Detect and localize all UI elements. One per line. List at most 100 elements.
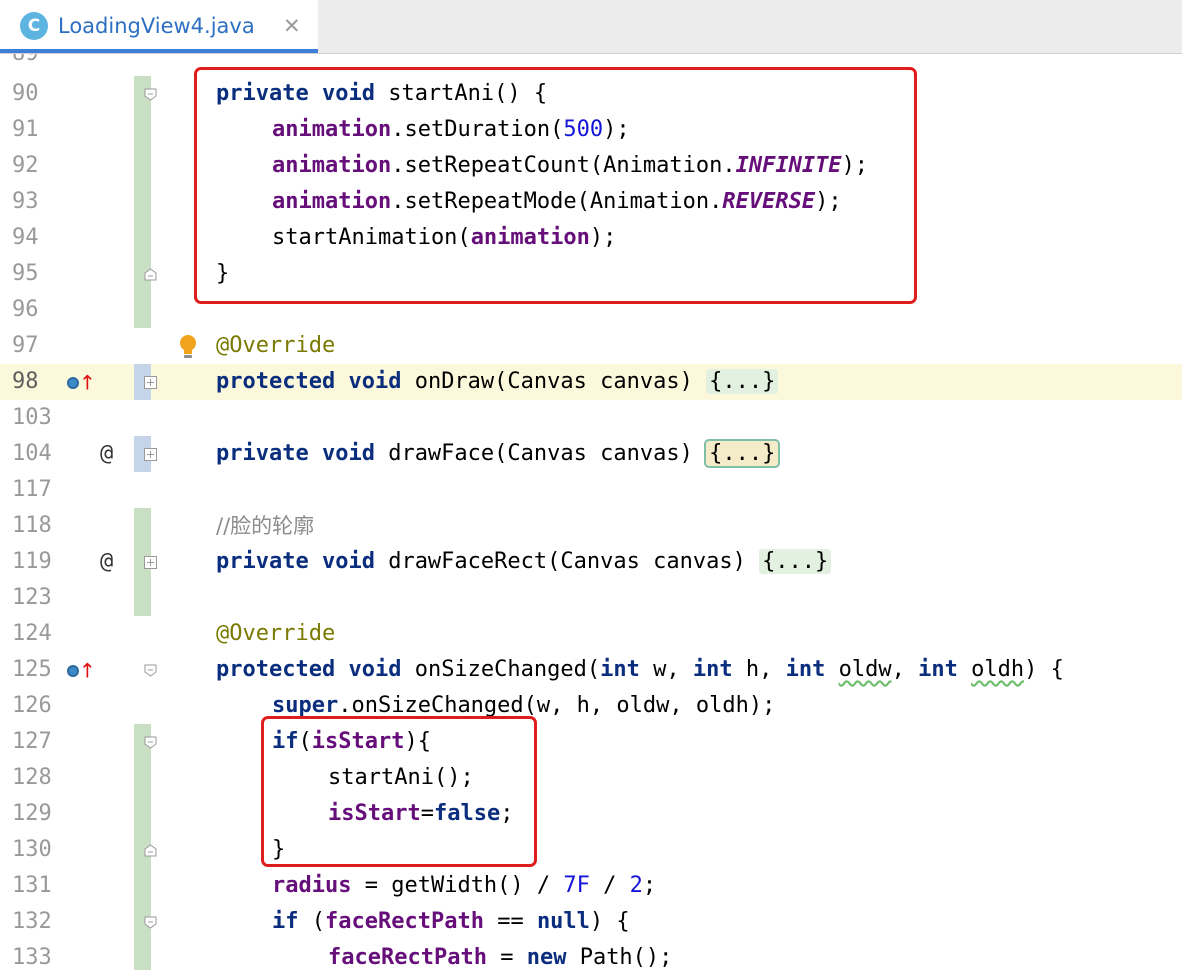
line-number: 95 bbox=[12, 261, 39, 286]
vcs-change-bar[interactable] bbox=[134, 868, 151, 904]
code-token: / bbox=[589, 873, 630, 898]
vcs-change-bar[interactable] bbox=[134, 760, 151, 796]
gutter-spacer bbox=[134, 54, 151, 72]
line-number: 132 bbox=[12, 909, 52, 934]
code-token: drawFace(Canvas canvas) bbox=[374, 441, 707, 466]
annotation[interactable]: @Override bbox=[216, 328, 335, 364]
number-literal: 7F bbox=[563, 873, 590, 898]
keyword: void bbox=[321, 549, 375, 574]
typo-warning[interactable]: oldh bbox=[971, 657, 1024, 682]
line-number: 129 bbox=[12, 801, 52, 826]
code-text[interactable]: if (faceRectPath == null) { bbox=[272, 904, 630, 940]
keyword: super bbox=[272, 693, 339, 718]
code-text[interactable]: private void drawFaceRect(Canvas canvas)… bbox=[216, 544, 832, 580]
code-token: ) { bbox=[589, 909, 630, 934]
vcs-change-bar[interactable] bbox=[134, 220, 151, 256]
fold-collapse-icon[interactable] bbox=[144, 664, 157, 677]
implementing-method-icon[interactable]: @ bbox=[100, 544, 113, 580]
active-tab-indicator bbox=[0, 49, 318, 53]
code-editor[interactable]: 89 90 private void startAni() { 91 anima… bbox=[0, 54, 1182, 970]
code-token: ; bbox=[642, 873, 657, 898]
code-text[interactable]: protected void onSizeChanged(int w, int … bbox=[216, 652, 1064, 688]
code-token: == bbox=[483, 909, 537, 934]
keyword: protected bbox=[216, 369, 336, 394]
keyword: private bbox=[216, 441, 309, 466]
code-text[interactable]: protected void onDraw(Canvas canvas) {..… bbox=[216, 364, 779, 400]
keyword: protected bbox=[216, 657, 336, 682]
line-number: 92 bbox=[12, 153, 39, 178]
code-text[interactable]: private void drawFace(Canvas canvas) {..… bbox=[216, 436, 781, 472]
code-line: 129 isStart=false; bbox=[0, 796, 1182, 832]
keyword: int bbox=[918, 657, 958, 682]
vcs-change-bar[interactable] bbox=[134, 112, 151, 148]
code-line: 125 ↑ protected void onSizeChanged(int w… bbox=[0, 652, 1182, 688]
fold-collapse-icon[interactable] bbox=[144, 916, 157, 929]
line-number: 133 bbox=[12, 945, 52, 970]
vcs-change-bar[interactable] bbox=[134, 292, 151, 328]
code-token: onDraw(Canvas canvas) bbox=[401, 369, 707, 394]
fold-collapse-icon[interactable] bbox=[144, 844, 157, 857]
line-number: 90 bbox=[12, 81, 39, 106]
tab-title[interactable]: LoadingView4.java bbox=[58, 12, 255, 40]
code-token: h, bbox=[732, 657, 786, 682]
fold-expand-icon[interactable] bbox=[144, 376, 157, 389]
line-number: 126 bbox=[12, 693, 52, 718]
vcs-change-bar[interactable] bbox=[134, 508, 151, 544]
override-method-icon[interactable]: ↑ bbox=[67, 364, 96, 400]
code-line: 104 @ private void drawFace(Canvas canva… bbox=[0, 436, 1182, 472]
line-number: 96 bbox=[12, 297, 39, 322]
field-token: radius bbox=[272, 873, 352, 898]
code-line: 103 bbox=[0, 400, 1182, 436]
vcs-change-bar[interactable] bbox=[134, 580, 151, 616]
code-line: 124 @Override bbox=[0, 616, 1182, 652]
line-number: 89 bbox=[12, 54, 62, 72]
line-number: 98 bbox=[12, 369, 39, 394]
line-number: 123 bbox=[12, 585, 52, 610]
code-token: Path(); bbox=[566, 945, 673, 970]
close-icon[interactable]: ✕ bbox=[283, 12, 301, 40]
vcs-change-bar[interactable] bbox=[134, 796, 151, 832]
code-line: 119 @ private void drawFaceRect(Canvas c… bbox=[0, 544, 1182, 580]
code-line: 117 bbox=[0, 472, 1182, 508]
implementing-method-icon[interactable]: @ bbox=[100, 436, 113, 472]
code-line: 126 super.onSizeChanged(w, h, oldw, oldh… bbox=[0, 688, 1182, 724]
keyword: int bbox=[600, 657, 640, 682]
vcs-change-bar[interactable] bbox=[134, 148, 151, 184]
vcs-change-bar[interactable] bbox=[134, 184, 151, 220]
line-number: 130 bbox=[12, 837, 52, 862]
folded-region[interactable]: {...} bbox=[704, 439, 781, 468]
java-class-icon: C bbox=[20, 12, 48, 40]
code-line: 97 @Override bbox=[0, 328, 1182, 364]
lightbulb-icon[interactable] bbox=[177, 334, 199, 360]
fold-collapse-icon[interactable] bbox=[144, 268, 157, 281]
code-token: onSizeChanged( bbox=[401, 657, 601, 682]
code-text[interactable]: faceRectPath = new Path(); bbox=[328, 940, 672, 970]
annotation[interactable]: @Override bbox=[216, 616, 335, 652]
line-number: 119 bbox=[12, 549, 52, 574]
code-token: .onSizeChanged(w, h, oldw, oldh); bbox=[338, 693, 776, 718]
line-number: 93 bbox=[12, 189, 39, 214]
folded-region[interactable]: {...} bbox=[706, 369, 779, 394]
fold-expand-icon[interactable] bbox=[144, 556, 157, 569]
keyword: void bbox=[348, 369, 402, 394]
fold-collapse-icon[interactable] bbox=[144, 736, 157, 749]
tab-loadingview4[interactable]: C LoadingView4.java ✕ bbox=[0, 0, 318, 53]
typo-warning[interactable]: oldw bbox=[839, 657, 892, 682]
keyword: void bbox=[321, 441, 375, 466]
code-line: 127 if(isStart){ bbox=[0, 724, 1182, 760]
override-method-icon[interactable]: ↑ bbox=[67, 652, 96, 688]
code-text[interactable]: radius = getWidth() / 7F / 2; bbox=[272, 868, 656, 904]
folded-region[interactable]: {...} bbox=[759, 549, 832, 574]
fold-expand-icon[interactable] bbox=[144, 448, 157, 461]
code-comment[interactable]: //脸的轮廓 bbox=[216, 508, 314, 544]
code-token: = bbox=[486, 945, 527, 970]
line-number: 97 bbox=[12, 333, 39, 358]
line-number: 94 bbox=[12, 225, 39, 250]
code-line: 118 //脸的轮廓 bbox=[0, 508, 1182, 544]
keyword: new bbox=[526, 945, 567, 970]
fold-collapse-icon[interactable] bbox=[144, 88, 157, 101]
number-literal: 2 bbox=[629, 873, 643, 898]
line-number: 91 bbox=[12, 117, 39, 142]
line-number: 118 bbox=[12, 513, 52, 538]
vcs-change-bar[interactable] bbox=[134, 940, 151, 970]
